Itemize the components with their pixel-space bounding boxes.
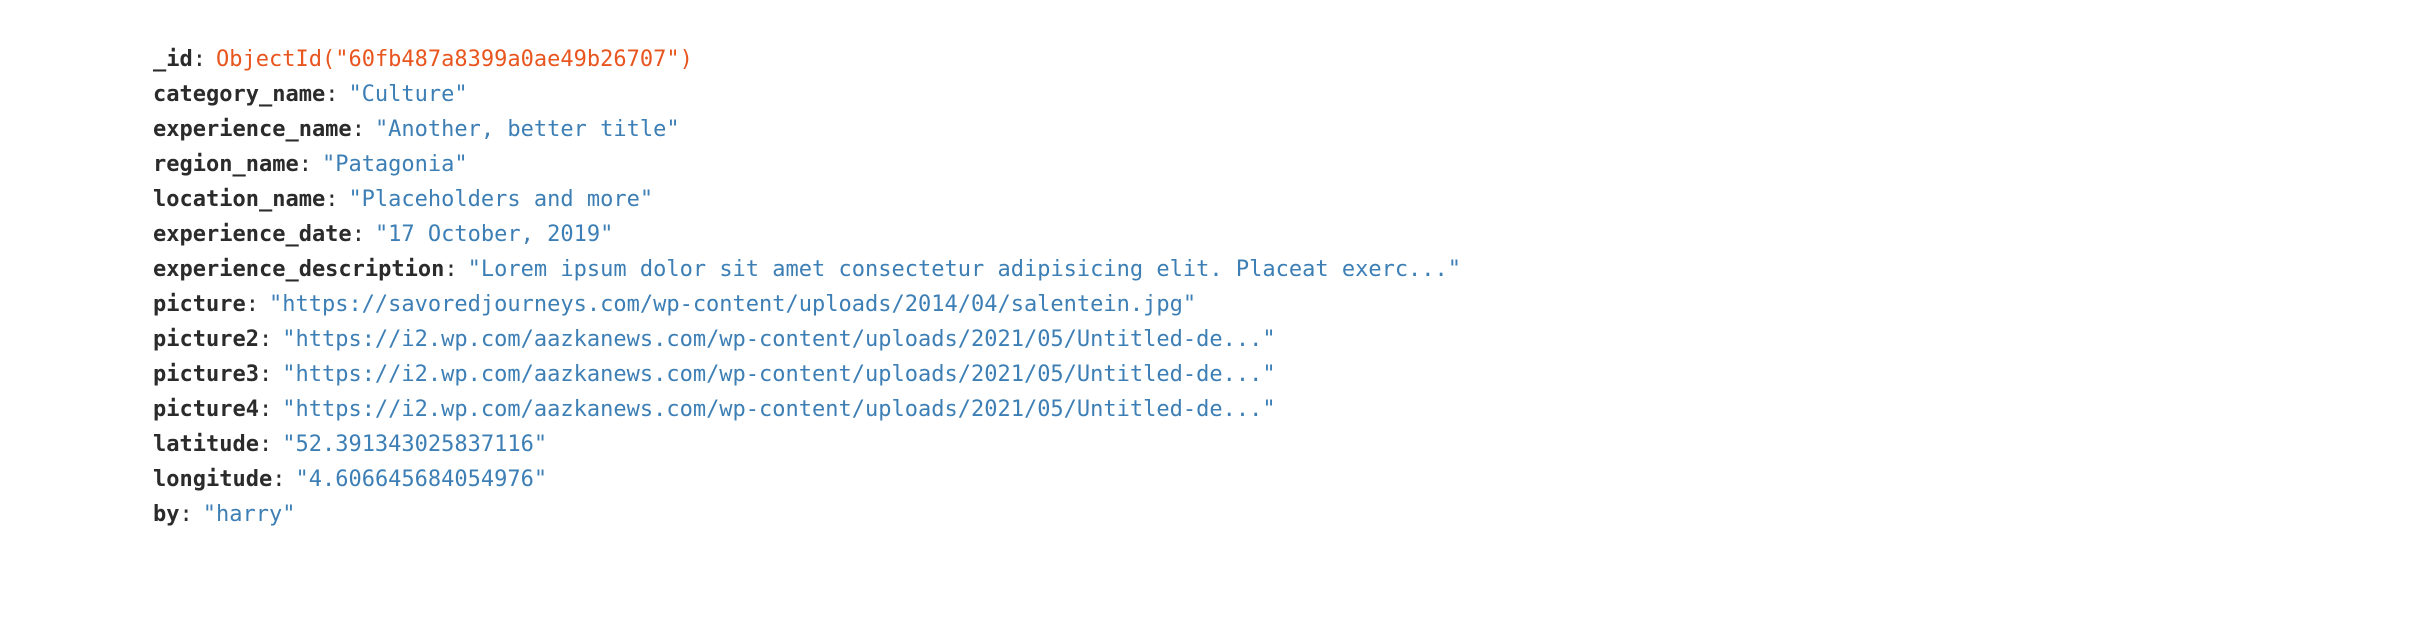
document-view: _id: ObjectId("60fb487a8399a0ae49b26707")… [153, 42, 1461, 532]
field-row-experience-date[interactable]: experience_date: "17 October, 2019" [153, 217, 1461, 252]
field-key: picture [153, 292, 246, 317]
field-separator: : [272, 467, 286, 492]
field-row-longitude[interactable]: longitude: "4.606645684054976" [153, 462, 1461, 497]
field-key: category_name [153, 82, 326, 107]
field-row-picture[interactable]: picture: "https://savoredjourneys.com/wp-… [153, 287, 1461, 322]
field-value[interactable]: "https://i2.wp.com/aazkanews.com/wp-cont… [282, 397, 1275, 422]
field-separator: : [325, 187, 339, 212]
field-row-id[interactable]: _id: ObjectId("60fb487a8399a0ae49b26707") [153, 42, 1461, 77]
field-separator: : [298, 152, 312, 177]
field-value[interactable]: "4.606645684054976" [295, 467, 547, 492]
field-row-latitude[interactable]: latitude: "52.391343025837116" [153, 427, 1461, 462]
field-separator: : [351, 117, 365, 142]
field-key: picture2 [153, 327, 259, 352]
field-key: _id [153, 47, 193, 72]
field-value[interactable]: "17 October, 2019" [375, 222, 613, 247]
field-row-picture2[interactable]: picture2: "https://i2.wp.com/aazkanews.co… [153, 322, 1461, 357]
field-row-by[interactable]: by: "harry" [153, 497, 1461, 532]
field-separator: : [258, 327, 273, 352]
field-row-experience-description[interactable]: experience_description: "Lorem ipsum dolo… [153, 252, 1461, 287]
field-key: latitude [153, 432, 259, 457]
field-value[interactable]: "https://savoredjourneys.com/wp-content/… [269, 292, 1196, 317]
field-separator: : [179, 502, 193, 527]
field-key: experience_name [153, 117, 352, 142]
field-separator: : [258, 432, 273, 457]
field-value[interactable]: "Lorem ipsum dolor sit amet consectetur … [468, 257, 1461, 282]
field-value[interactable]: "harry" [203, 502, 296, 527]
field-value[interactable]: "52.391343025837116" [282, 432, 547, 457]
field-value[interactable]: ObjectId("60fb487a8399a0ae49b26707") [216, 47, 693, 72]
field-row-category-name[interactable]: category_name: "Culture" [153, 77, 1461, 112]
field-key: picture3 [153, 362, 259, 387]
field-separator: : [258, 397, 273, 422]
field-row-picture3[interactable]: picture3: "https://i2.wp.com/aazkanews.co… [153, 357, 1461, 392]
field-value[interactable]: "Patagonia" [322, 152, 468, 177]
field-value[interactable]: "Placeholders and more" [348, 187, 653, 212]
field-key: experience_description [153, 257, 445, 282]
field-separator: : [192, 47, 206, 72]
field-row-picture4[interactable]: picture4: "https://i2.wp.com/aazkanews.co… [153, 392, 1461, 427]
field-separator: : [258, 362, 273, 387]
field-key: experience_date [153, 222, 352, 247]
field-value[interactable]: "Another, better title" [375, 117, 680, 142]
field-key: region_name [153, 152, 299, 177]
field-key: picture4 [153, 397, 259, 422]
field-row-region-name[interactable]: region_name: "Patagonia" [153, 147, 1461, 182]
field-separator: : [245, 292, 259, 317]
field-separator: : [351, 222, 365, 247]
field-key: by [153, 502, 180, 527]
field-key: longitude [153, 467, 273, 492]
field-value[interactable]: "https://i2.wp.com/aazkanews.com/wp-cont… [282, 362, 1275, 387]
field-separator: : [444, 257, 458, 282]
field-key: location_name [153, 187, 326, 212]
field-value[interactable]: "https://i2.wp.com/aazkanews.com/wp-cont… [282, 327, 1275, 352]
field-row-experience-name[interactable]: experience_name: "Another, better title" [153, 112, 1461, 147]
field-row-location-name[interactable]: location_name: "Placeholders and more" [153, 182, 1461, 217]
field-separator: : [325, 82, 339, 107]
field-value[interactable]: "Culture" [348, 82, 467, 107]
